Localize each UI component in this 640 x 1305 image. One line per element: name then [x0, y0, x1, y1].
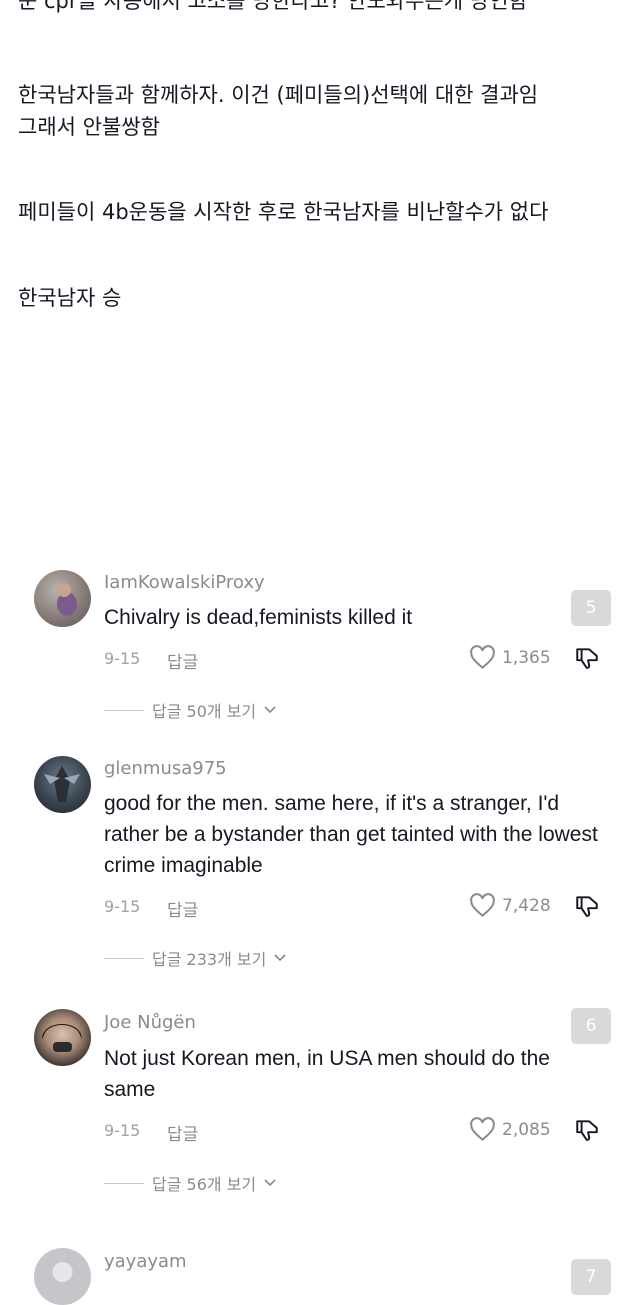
view-replies-button[interactable]: 답글 56개 보기 — [104, 1171, 276, 1195]
default-avatar-icon — [52, 1262, 73, 1282]
divider — [104, 957, 144, 959]
view-replies-button[interactable]: 답글 233개 보기 — [104, 946, 286, 970]
rank-badge: 6 — [571, 1008, 611, 1044]
dislike-button[interactable] — [574, 893, 600, 923]
avatar-image-icon — [42, 1024, 82, 1052]
dislike-button[interactable] — [574, 645, 600, 675]
reply-button[interactable]: 답글 — [167, 896, 198, 921]
heart-icon — [470, 893, 495, 917]
chevron-down-icon — [264, 706, 276, 714]
post-line: 페미들이 4b운동을 시작한 후로 한국남자를 비난할수가 없다 — [18, 200, 549, 224]
like-button[interactable]: 1,365 — [469, 645, 551, 670]
rank-badge: 7 — [571, 1259, 611, 1295]
reply-button[interactable]: 답글 — [167, 1120, 198, 1145]
like-count: 2,085 — [502, 1119, 551, 1140]
thumbs-down-icon — [576, 648, 598, 669]
avatar[interactable] — [34, 756, 91, 813]
view-replies-button[interactable]: 답글 50개 보기 — [104, 698, 276, 722]
reply-button[interactable]: 답글 — [167, 648, 198, 673]
chevron-down-icon — [264, 1179, 276, 1187]
comment-username[interactable]: Joe Nůgën — [104, 1012, 196, 1033]
post-line: 한국남자들과 함께하자. 이건 (페미들의)선택에 대한 결과임 — [18, 83, 539, 107]
comment-date: 9-15 — [104, 897, 141, 916]
like-button[interactable]: 2,085 — [469, 1117, 551, 1142]
like-count: 7,428 — [502, 895, 551, 916]
thumbs-down-icon — [576, 896, 598, 917]
comment-date: 9-15 — [104, 649, 141, 668]
post-line: 그래서 안불쌍함 — [18, 115, 160, 139]
avatar[interactable] — [34, 1248, 91, 1305]
dislike-button[interactable] — [574, 1117, 600, 1147]
view-replies-label: 답글 56개 보기 — [152, 1175, 257, 1194]
post-line: 한국남자 승 — [18, 286, 122, 310]
comment-username[interactable]: yayayam — [104, 1251, 187, 1272]
comment-text: good for the men. same here, if it's a s… — [104, 792, 598, 877]
divider — [104, 709, 144, 711]
avatar[interactable] — [34, 570, 91, 627]
divider — [104, 1182, 144, 1184]
rank-badge: 5 — [571, 590, 611, 626]
view-replies-label: 답글 233개 보기 — [152, 950, 267, 969]
avatar-image-icon — [57, 583, 77, 616]
comment-text: Not just Korean men, in USA men should d… — [104, 1047, 550, 1101]
comment-username[interactable]: IamKowalskiProxy — [104, 572, 265, 593]
heart-icon — [470, 645, 495, 669]
view-replies-label: 답글 50개 보기 — [152, 702, 257, 721]
comment-date: 9-15 — [104, 1121, 141, 1140]
chevron-down-icon — [274, 954, 286, 962]
avatar-image-icon — [44, 766, 80, 802]
like-button[interactable]: 7,428 — [469, 893, 551, 918]
heart-icon — [470, 1117, 495, 1141]
post-line: 운 cpr을 사용해서 고소를 당한다고? 안도와주는게 당연함 — [18, 0, 528, 13]
comment-text: Chivalry is dead,feminists killed it — [104, 606, 413, 629]
comment-username[interactable]: glenmusa975 — [104, 758, 227, 779]
like-count: 1,365 — [502, 647, 551, 668]
thumbs-down-icon — [576, 1120, 598, 1141]
avatar[interactable] — [34, 1009, 91, 1066]
